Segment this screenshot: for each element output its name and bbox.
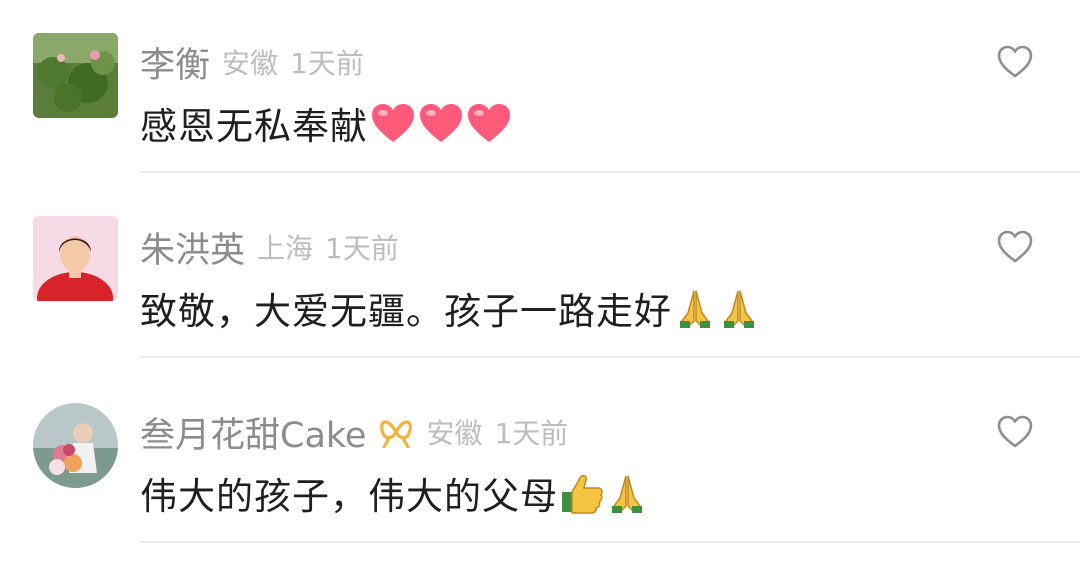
comment-body: 致敬，大爱无疆。孩子一路走好 [140,290,672,333]
timestamp: 1天前 [494,417,569,450]
avatar[interactable] [33,403,118,488]
comment-item: 叁月花甜Cake 安徽 1天前 伟大的孩子，伟大的父母 [0,403,1080,547]
comment-text: 致敬，大爱无疆。孩子一路走好 [140,280,760,336]
comment-meta: 李衡 安徽 1天前 [140,37,364,87]
woman-portrait-photo [33,216,118,301]
lotus-pond-photo [33,33,118,118]
comment-item: 李衡 安徽 1天前 感恩无私奉献 [0,33,1080,177]
ribbon-badge-icon [378,416,414,449]
pray-emoji [606,472,648,514]
author-name[interactable]: 李衡 [140,37,210,88]
bouquet-photo [33,403,118,488]
comment-meta: 叁月花甜Cake 安徽 1天前 [140,407,568,457]
heart-emoji [466,102,512,144]
location: 安徽 [222,47,279,80]
location: 安徽 [426,417,483,450]
thumbs-up-emoji [560,472,604,514]
avatar[interactable] [33,216,118,301]
comment-item: 朱洪英 上海 1天前 致敬，大爱无疆。孩子一路走好 [0,216,1080,362]
comment-text: 感恩无私奉献 [140,95,512,151]
heart-emoji [418,102,464,144]
divider [140,356,1080,358]
pray-emoji [718,287,760,329]
avatar[interactable] [33,33,118,118]
author-name[interactable]: 朱洪英 [140,222,245,273]
divider [140,171,1080,173]
timestamp: 1天前 [325,232,399,265]
location: 上海 [257,232,314,265]
comment-meta: 朱洪英 上海 1天前 [140,222,399,272]
comment-text: 伟大的孩子，伟大的父母 [140,465,648,521]
comment-body: 感恩无私奉献 [140,105,368,148]
timestamp: 1天前 [290,47,364,80]
author-name[interactable]: 叁月花甜Cake [140,407,366,458]
pray-emoji [674,287,716,329]
divider [140,541,1080,543]
like-heart-icon[interactable] [997,415,1033,449]
like-heart-icon[interactable] [997,230,1033,264]
comment-body: 伟大的孩子，伟大的父母 [140,475,558,518]
heart-emoji [370,102,416,144]
like-heart-icon[interactable] [997,45,1033,79]
